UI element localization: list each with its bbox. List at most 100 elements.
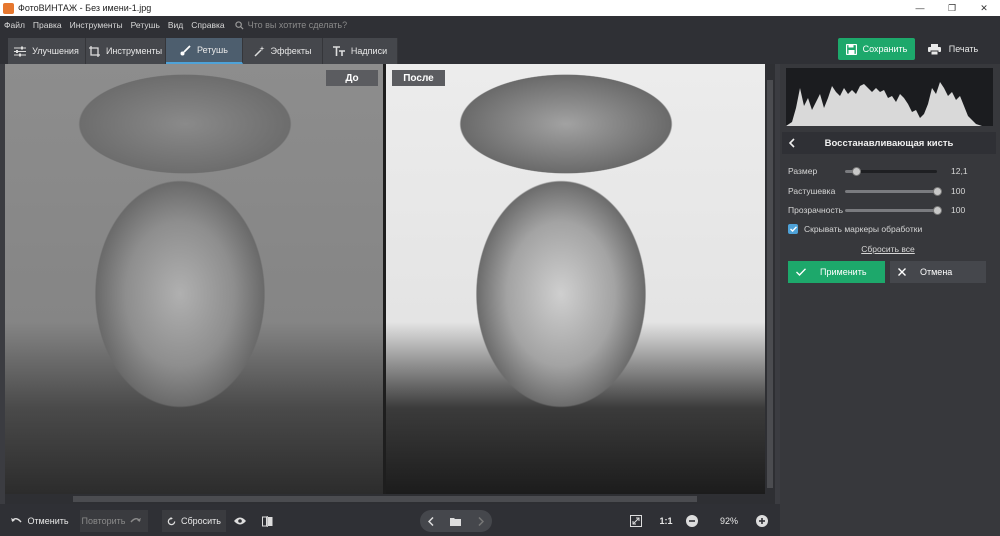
- feather-value: 100: [951, 186, 966, 196]
- folder-icon[interactable]: [450, 517, 462, 526]
- opacity-value: 100: [951, 205, 966, 215]
- opacity-slider[interactable]: [845, 205, 942, 215]
- cancel-button[interactable]: Отмена: [890, 261, 986, 283]
- close-button[interactable]: ✕: [968, 0, 1000, 16]
- print-button[interactable]: Печать: [918, 38, 988, 60]
- before-badge: До: [326, 70, 378, 86]
- redo-label: Повторить: [81, 516, 126, 526]
- command-search[interactable]: Что вы хотите сделать?: [234, 20, 348, 30]
- after-photo: [386, 64, 765, 494]
- check-icon: [796, 268, 806, 276]
- maximize-button[interactable]: ❐: [936, 0, 968, 16]
- printer-icon: [927, 43, 941, 55]
- menu-view[interactable]: Вид: [164, 20, 187, 30]
- after-badge: После: [392, 70, 445, 86]
- menu-tools[interactable]: Инструменты: [66, 20, 127, 30]
- size-slider[interactable]: [845, 166, 937, 176]
- vertical-scrollbar[interactable]: [765, 64, 775, 494]
- hide-markers-label: Скрывать маркеры обработки: [804, 224, 923, 234]
- preview-eye-button[interactable]: [232, 510, 252, 532]
- photo-canvas[interactable]: До После: [5, 64, 765, 494]
- opacity-label: Прозрачность: [788, 205, 844, 215]
- save-button[interactable]: Сохранить: [838, 38, 915, 60]
- zoom-in-button[interactable]: [754, 510, 774, 532]
- back-button[interactable]: [782, 138, 802, 148]
- feather-slider-row: Растушевка 100: [788, 184, 988, 198]
- save-icon: [845, 43, 857, 55]
- histogram: [786, 68, 993, 126]
- feather-slider-fill: [845, 189, 937, 193]
- chevron-right-icon[interactable]: [478, 516, 484, 526]
- size-slider-handle[interactable]: [852, 166, 862, 176]
- fit-to-screen-button[interactable]: [628, 510, 648, 532]
- text-icon: [332, 45, 345, 56]
- vertical-scroll-thumb[interactable]: [767, 80, 773, 488]
- magic-wand-icon: [254, 45, 265, 57]
- opacity-slider-row: Прозрачность 100: [788, 203, 988, 217]
- undo-label: Отменить: [27, 516, 69, 526]
- apply-button[interactable]: Применить: [788, 261, 885, 283]
- compare-icon: [262, 515, 273, 527]
- feather-label: Растушевка: [788, 186, 836, 196]
- menu-bar: Файл Правка Инструменты Ретушь Вид Справ…: [0, 16, 1000, 34]
- undo-icon: [11, 518, 22, 523]
- feather-slider[interactable]: [845, 186, 942, 196]
- reset-icon: [167, 516, 176, 525]
- tab-enhancements[interactable]: Улучшения: [8, 38, 86, 64]
- chevron-left-icon[interactable]: [428, 516, 434, 526]
- size-label: Размер: [788, 166, 818, 176]
- chevron-left-icon: [789, 138, 795, 148]
- fit-screen-icon: [629, 515, 642, 527]
- close-icon: [898, 268, 906, 276]
- size-slider-row: Размер 12,1: [788, 164, 988, 178]
- feather-slider-handle[interactable]: [933, 186, 942, 196]
- undo-button[interactable]: Отменить: [6, 510, 74, 532]
- save-label: Сохранить: [862, 44, 908, 54]
- search-placeholder: Что вы хотите сделать?: [247, 20, 348, 30]
- search-icon: [234, 20, 244, 30]
- crop-icon: [88, 45, 100, 57]
- menu-retouch[interactable]: Ретушь: [127, 20, 164, 30]
- histogram-graph: [786, 82, 982, 126]
- cancel-label: Отмена: [920, 267, 953, 277]
- tab-effects[interactable]: Эффекты: [243, 38, 323, 64]
- menu-help[interactable]: Справка: [187, 20, 228, 30]
- app-logo-icon: [3, 2, 14, 14]
- tab-text[interactable]: Надписи: [323, 38, 398, 64]
- window-title: ФотоВИНТАЖ - Без имени-1.jpg: [18, 3, 152, 13]
- actual-size-button[interactable]: 1:1: [656, 510, 676, 532]
- redo-icon: [130, 518, 142, 523]
- menu-edit[interactable]: Правка: [29, 20, 66, 30]
- apply-label: Применить: [820, 267, 867, 277]
- panel-title: Восстанавливающая кисть: [824, 137, 954, 149]
- size-value: 12,1: [951, 166, 968, 176]
- zoom-out-icon: [685, 515, 698, 527]
- minimize-button[interactable]: —: [904, 0, 936, 16]
- zoom-out-button[interactable]: [684, 510, 704, 532]
- tab-text-label: Надписи: [350, 46, 388, 56]
- file-navigation: [420, 510, 492, 532]
- reset-label: Сбросить: [180, 516, 221, 526]
- zoom-level: 92%: [719, 516, 738, 526]
- tab-effects-label: Эффекты: [270, 46, 312, 56]
- reset-all-link[interactable]: Сбросить все: [788, 244, 988, 254]
- print-label: Печать: [948, 44, 979, 54]
- hide-markers-row[interactable]: Скрывать маркеры обработки: [788, 223, 922, 235]
- panel-header: Восстанавливающая кисть: [782, 132, 996, 154]
- checkmark-icon: [789, 226, 797, 232]
- tab-retouch[interactable]: Ретушь: [166, 38, 243, 64]
- compare-button[interactable]: [260, 510, 280, 532]
- redo-button[interactable]: Повторить: [80, 510, 148, 532]
- title-bar: ФотоВИНТАЖ - Без имени-1.jpg — ❐ ✕: [0, 0, 1000, 16]
- horizontal-scrollbar[interactable]: [5, 494, 775, 504]
- hide-markers-checkbox[interactable]: [788, 224, 798, 234]
- opacity-slider-handle[interactable]: [933, 205, 942, 215]
- tab-tools[interactable]: Инструменты: [86, 38, 166, 64]
- tab-tools-label: Инструменты: [105, 46, 163, 56]
- reset-button[interactable]: Сбросить: [162, 510, 226, 532]
- horizontal-scroll-thumb[interactable]: [73, 496, 697, 502]
- sliders-icon: [14, 46, 27, 56]
- opacity-slider-fill: [845, 208, 937, 212]
- menu-file[interactable]: Файл: [0, 20, 29, 30]
- tab-enhancements-label: Улучшения: [32, 46, 79, 56]
